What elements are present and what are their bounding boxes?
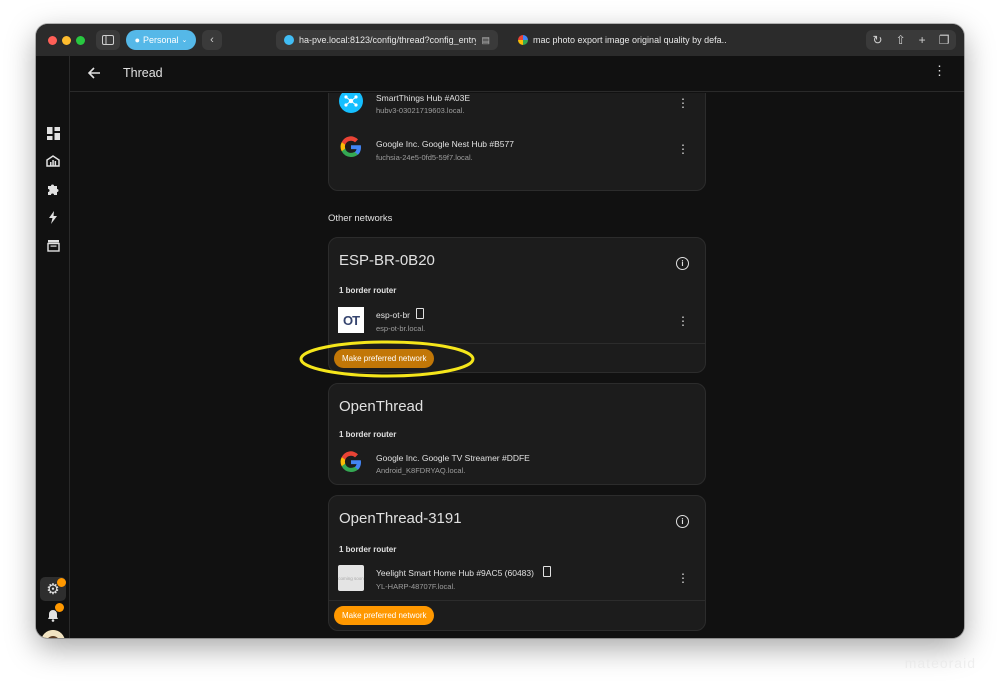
device-menu-icon[interactable]: ⋮: [677, 97, 689, 109]
profile-button[interactable]: ● Personal ⌄: [126, 30, 196, 50]
close-window-button[interactable]: [48, 36, 57, 45]
openthread-logo-icon: OT: [338, 307, 364, 333]
device-menu-icon[interactable]: ⋮: [677, 143, 689, 155]
device-host: fuchsia-24e5-0fd5-59f7.local.: [376, 153, 473, 162]
device-name: SmartThings Hub #A03E: [376, 93, 471, 103]
google-icon: [518, 35, 528, 45]
device-name: Google Inc. Google TV Streamer #DDFE: [376, 453, 530, 463]
card-divider: [329, 600, 705, 601]
border-router-count: 1 border router: [339, 286, 397, 295]
placeholder-text: coming soon: [338, 575, 364, 581]
lightning-icon[interactable]: [44, 208, 62, 226]
other-networks-heading: Other networks: [328, 213, 393, 224]
device-host: Android_K8FDRYAQ.local.: [376, 466, 466, 475]
tab-title: mac photo export image original quality …: [533, 35, 726, 45]
watermark-text: mateoraid: [904, 655, 976, 671]
sidebar-toggle-icon: [102, 35, 114, 45]
browser-toolbar-right: ↻ ⇧ + ❐: [866, 30, 956, 50]
device-link-icon[interactable]: [416, 308, 424, 319]
highlight-ellipse: [299, 340, 475, 378]
thread-page-content: SmartThings Hub #A03E hubv3-03021719603.…: [71, 93, 964, 638]
smartthings-icon: [338, 93, 364, 114]
profile-label: Personal: [143, 35, 179, 45]
device-menu-icon[interactable]: ⋮: [677, 315, 689, 327]
app-header: Thread ⋮: [36, 56, 964, 92]
zoom-window-button[interactable]: [76, 36, 85, 45]
info-icon[interactable]: i: [676, 257, 689, 270]
network-name: OpenThread: [339, 398, 424, 415]
new-tab-icon[interactable]: +: [919, 33, 926, 47]
sidebar-toggle-button[interactable]: [96, 30, 120, 50]
person-icon: ●: [134, 35, 141, 45]
user-avatar[interactable]: [41, 630, 65, 638]
browser-window: ● Personal ⌄ ‹ ha-pve.local:8123/config/…: [36, 24, 964, 638]
device-menu-icon[interactable]: ⋮: [677, 572, 689, 584]
dashboard-icon[interactable]: [44, 124, 62, 142]
network-name: ESP-BR-0B20: [339, 252, 435, 269]
addons-puzzle-icon[interactable]: [44, 180, 62, 198]
google-icon: [338, 134, 364, 160]
settings-badge: [57, 578, 66, 587]
tab-home-assistant[interactable]: ha-pve.local:8123/config/thread?config_e…: [276, 30, 498, 50]
device-link-icon[interactable]: [543, 566, 551, 577]
network-card-openthread-3191: OpenThread-3191 i 1 border router coming…: [328, 495, 706, 631]
device-host: YL-HARP-48707F.local.: [376, 582, 456, 591]
device-name: Google Inc. Google Nest Hub #B577: [376, 139, 514, 149]
network-card-openthread: OpenThread 1 border router Google Inc. G…: [328, 383, 706, 485]
image-placeholder-icon: coming soon: [338, 565, 364, 591]
settings-gear-icon[interactable]: ⚙: [40, 577, 66, 601]
chevron-left-icon: ‹: [210, 34, 214, 46]
border-router-count: 1 border router: [339, 545, 397, 554]
share-icon[interactable]: ⇧: [896, 33, 906, 47]
notifications-bell-icon[interactable]: [44, 603, 64, 624]
tab-overview-icon[interactable]: ❐: [939, 33, 950, 47]
border-router-count: 1 border router: [339, 430, 397, 439]
energy-icon[interactable]: [44, 152, 62, 170]
tab-google-search[interactable]: mac photo export image original quality …: [510, 30, 726, 50]
chevron-down-icon: ⌄: [181, 37, 188, 44]
home-assistant-icon: [284, 35, 294, 45]
reload-icon[interactable]: ↻: [873, 33, 883, 47]
make-preferred-network-button[interactable]: Make preferred network: [334, 606, 435, 625]
hacs-store-icon[interactable]: [44, 236, 62, 254]
info-icon[interactable]: i: [676, 515, 689, 528]
device-name: Yeelight Smart Home Hub #9AC5 (60483): [376, 568, 534, 578]
network-card-esp-br: ESP-BR-0B20 i 1 border router OT esp-ot-…: [299, 237, 706, 378]
device-host: hubv3-03021719603.local.: [376, 106, 465, 115]
notifications-badge: [55, 603, 64, 612]
reader-icon: ▤: [481, 34, 490, 45]
minimize-window-button[interactable]: [62, 36, 71, 45]
network-name: OpenThread-3191: [339, 510, 462, 527]
back-nav-button[interactable]: ‹: [202, 30, 222, 50]
device-host: esp-ot-br.local.: [376, 324, 426, 333]
back-arrow-icon[interactable]: [86, 66, 102, 80]
app-sidebar: ⚙: [36, 56, 70, 638]
overflow-menu-icon[interactable]: ⋮: [933, 64, 946, 77]
google-icon: [338, 449, 364, 475]
preferred-network-card: SmartThings Hub #A03E hubv3-03021719603.…: [328, 93, 706, 191]
device-name: esp-ot-br: [376, 310, 411, 320]
page-title: Thread: [123, 66, 163, 80]
browser-titlebar: ● Personal ⌄ ‹ ha-pve.local:8123/config/…: [36, 24, 964, 56]
address-bar-text: ha-pve.local:8123/config/thread?config_e…: [299, 35, 477, 45]
